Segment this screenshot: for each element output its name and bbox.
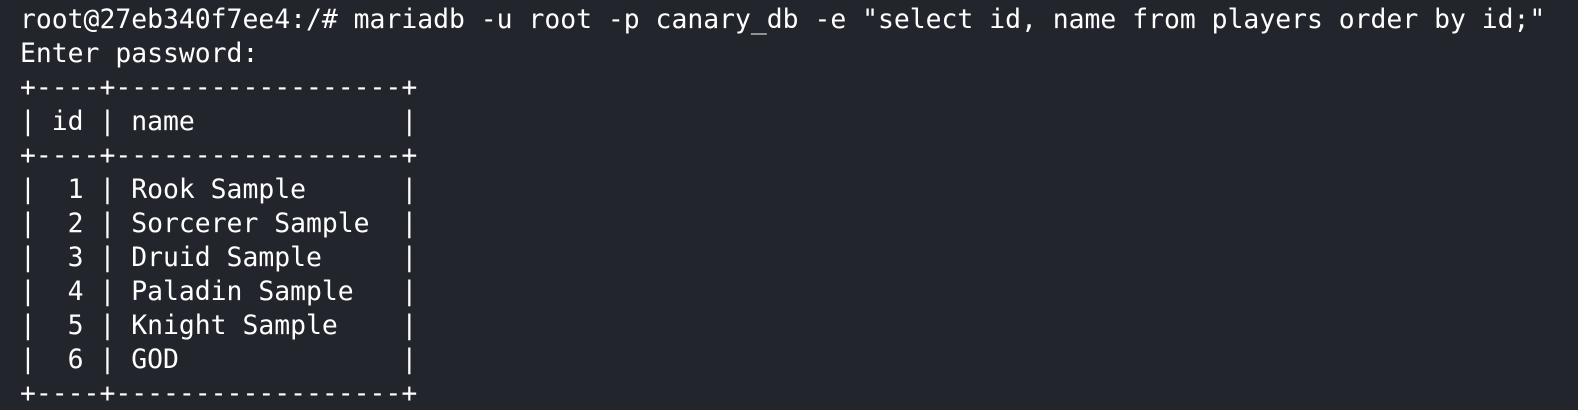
shell-prompt: root@27eb340f7ee4:/# xyxy=(20,4,354,35)
terminal-window[interactable]: root@27eb340f7ee4:/# mariadb -u root -p … xyxy=(0,0,1578,410)
command-text: mariadb -u root -p canary_db -e "select … xyxy=(353,4,1546,35)
table-border-bottom: +----+------------------+ xyxy=(20,378,418,409)
table-row: | 1 | Rook Sample | xyxy=(20,174,418,205)
table-row: | 5 | Knight Sample | xyxy=(20,310,418,341)
table-row: | 2 | Sorcerer Sample | xyxy=(20,208,418,239)
table-border-top: +----+------------------+ xyxy=(20,72,418,103)
table-row: | 6 | GOD | xyxy=(20,344,418,375)
table-row: | 4 | Paladin Sample | xyxy=(20,276,418,307)
table-border-header: +----+------------------+ xyxy=(20,140,418,171)
command-line: root@27eb340f7ee4:/# mariadb -u root -p … xyxy=(20,3,1578,37)
password-prompt: Enter password: xyxy=(20,38,259,69)
table-row: | 3 | Druid Sample | xyxy=(20,242,418,273)
query-result-table: +----+------------------+ | id | name | … xyxy=(20,71,1578,410)
table-header-row: | id | name | xyxy=(20,106,418,137)
